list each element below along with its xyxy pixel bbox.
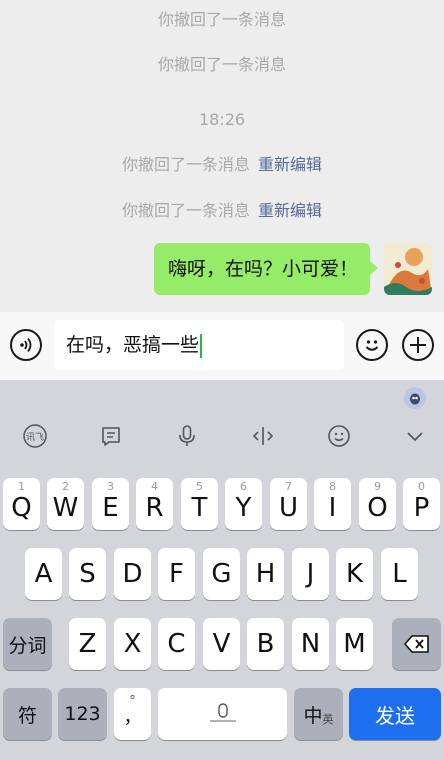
sent-message-bubble[interactable]: 嗨呀，在吗？小可爱！ xyxy=(154,243,378,295)
smiley-icon xyxy=(365,340,379,351)
speech-to-text-icon[interactable]: 讯飞 xyxy=(21,422,49,450)
key-k[interactable]: K xyxy=(336,548,373,600)
delete-key[interactable] xyxy=(392,618,441,670)
key-a[interactable]: A xyxy=(25,548,62,600)
voice-button[interactable] xyxy=(10,329,42,361)
chat-area[interactable]: 你撤回了一条消息 你撤回了一条消息 18:26 你撤回了一条消息 重新编辑 你撤回… xyxy=(0,0,444,312)
system-message: 你撤回了一条消息 重新编辑 xyxy=(0,197,444,221)
text-caret xyxy=(200,333,203,358)
key-q[interactable]: 1Q xyxy=(3,478,40,530)
space-key[interactable] xyxy=(158,688,287,740)
key-z[interactable]: Z xyxy=(69,618,106,670)
key-j[interactable]: J xyxy=(292,548,329,600)
voice-icon xyxy=(20,337,32,353)
key-c[interactable]: C xyxy=(158,618,195,670)
key-s[interactable]: S xyxy=(69,548,106,600)
key-h[interactable]: H xyxy=(247,548,284,600)
cursor-move-icon[interactable] xyxy=(249,422,277,450)
svg-text:讯飞: 讯飞 xyxy=(26,432,44,443)
key-r[interactable]: 4R xyxy=(136,478,173,530)
language-label-primary: 中 xyxy=(303,704,323,727)
key-w[interactable]: 2W xyxy=(47,478,84,530)
fenci-key[interactable]: 分词 xyxy=(3,618,52,670)
key-f[interactable]: F xyxy=(158,548,195,600)
key-g[interactable]: G xyxy=(203,548,240,600)
avatar[interactable] xyxy=(384,243,432,295)
key-x[interactable]: X xyxy=(114,618,151,670)
language-switch-key[interactable]: 中英 xyxy=(294,688,343,740)
key-t[interactable]: 5T xyxy=(181,478,218,530)
message-input[interactable]: 在吗，恶搞一些 xyxy=(54,320,344,370)
key-n[interactable]: N xyxy=(292,618,329,670)
punctuation-key[interactable]: ° ， xyxy=(114,688,151,740)
input-text: 在吗，恶搞一些 xyxy=(66,334,200,356)
key-l[interactable]: L xyxy=(381,548,418,600)
more-button[interactable] xyxy=(402,329,434,361)
key-p[interactable]: 0P xyxy=(403,478,440,530)
system-message: 你撤回了一条消息 xyxy=(0,51,444,75)
language-label-secondary: 英 xyxy=(322,713,334,726)
key-e[interactable]: 3E xyxy=(92,478,129,530)
system-message: 你撤回了一条消息 xyxy=(0,6,444,30)
timestamp: 18:26 xyxy=(198,110,246,129)
re-edit-link[interactable]: 重新编辑 xyxy=(258,155,322,174)
recall-notice: 你撤回了一条消息 xyxy=(157,10,286,29)
re-edit-link[interactable]: 重新编辑 xyxy=(258,201,322,220)
assistant-mascot-icon[interactable] xyxy=(404,387,426,409)
send-button[interactable]: 发送 xyxy=(349,688,441,740)
key-b[interactable]: B xyxy=(247,618,284,670)
emoji-panel-icon[interactable] xyxy=(325,422,353,450)
key-i[interactable]: 8I xyxy=(314,478,351,530)
key-d[interactable]: D xyxy=(114,548,151,600)
quick-phrase-icon[interactable] xyxy=(97,422,125,450)
key-u[interactable]: 7U xyxy=(270,478,307,530)
keyboard: 讯飞 1Q 2W 3E 4R 5T 6Y 7U 8I 9O 0P A S D F… xyxy=(0,380,444,760)
key-m[interactable]: M xyxy=(336,618,373,670)
symbol-key[interactable]: 符 xyxy=(3,688,52,740)
system-message: 你撤回了一条消息 重新编辑 xyxy=(0,151,444,175)
voice-input-icon xyxy=(209,703,236,722)
number-key[interactable]: 123 xyxy=(58,688,107,740)
key-v[interactable]: V xyxy=(203,618,240,670)
plus-icon xyxy=(410,337,426,353)
input-bar: 在吗，恶搞一些 xyxy=(0,312,444,380)
backspace-icon xyxy=(403,635,429,653)
microphone-icon[interactable] xyxy=(173,422,201,450)
key-y[interactable]: 6Y xyxy=(225,478,262,530)
chevron-down-icon[interactable] xyxy=(401,422,429,450)
period-glyph: ° xyxy=(129,694,136,709)
recall-notice: 你撤回了一条消息 xyxy=(157,55,286,74)
emoji-button[interactable] xyxy=(356,329,388,361)
recall-notice: 你撤回了一条消息 xyxy=(121,201,250,220)
key-o[interactable]: 9O xyxy=(359,478,396,530)
recall-notice: 你撤回了一条消息 xyxy=(121,155,250,174)
